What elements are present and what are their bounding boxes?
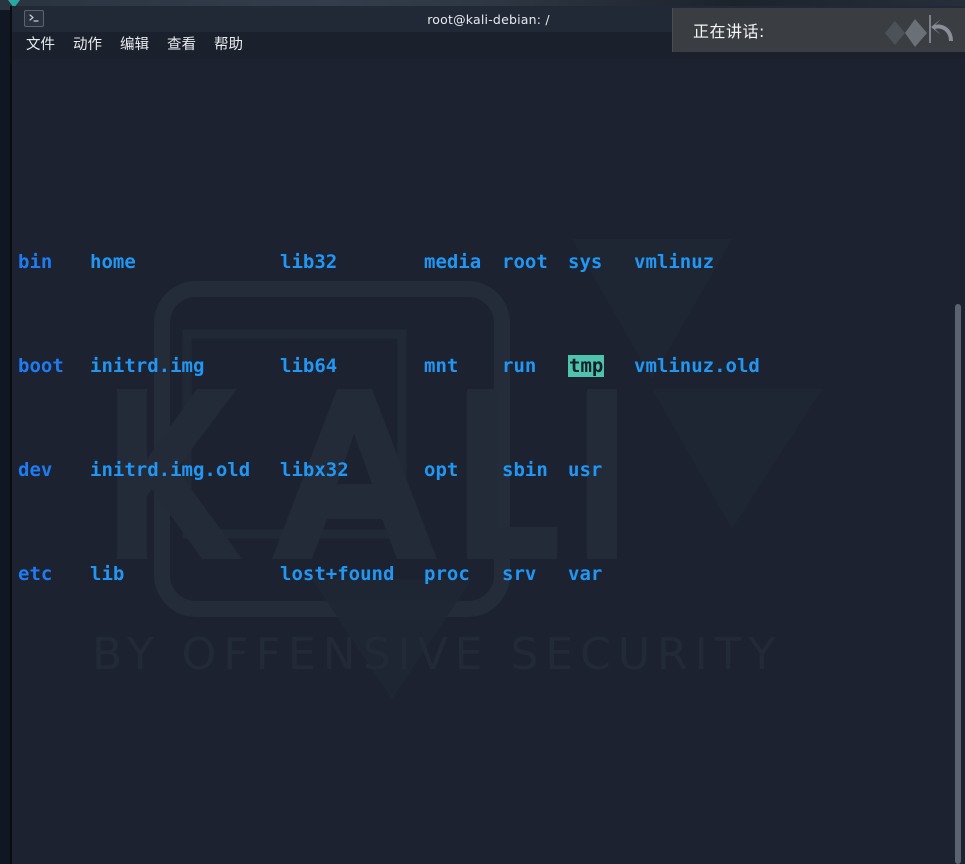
dir-entry[interactable]: home xyxy=(90,249,280,275)
listing-row: boot initrd.img lib64 mnt run tmp vmlinuz.old xyxy=(18,353,965,379)
root-directory-listing: bin home lib32 media root sys vmlinuz boot init… xyxy=(18,171,965,639)
dir-entry[interactable]: vmlinuz xyxy=(634,249,714,275)
dir-entry[interactable]: libx32 xyxy=(280,457,424,483)
dir-entry[interactable]: proc xyxy=(424,561,502,587)
menu-edit[interactable]: 编辑 xyxy=(119,36,150,55)
dir-entry[interactable]: sbin xyxy=(502,457,568,483)
sticky-dir-cell: tmp xyxy=(568,353,634,379)
dir-entry[interactable]: initrd.img xyxy=(90,353,280,379)
dir-entry-tmp[interactable]: tmp xyxy=(568,355,605,377)
window-title: root@kali-debian: / xyxy=(427,11,550,27)
dir-entry[interactable]: media xyxy=(424,249,502,275)
listing-row: dev initrd.img.old libx32 opt sbin usr xyxy=(18,457,965,483)
speech-status-label: 正在讲话: xyxy=(693,22,765,41)
dir-entry[interactable]: etc xyxy=(18,561,90,587)
dir-entry[interactable]: lost+found xyxy=(280,561,424,587)
dir-entry[interactable]: sys xyxy=(568,249,634,275)
listing-row: bin home lib32 media root sys vmlinuz xyxy=(18,249,965,275)
dir-entry[interactable]: srv xyxy=(502,561,568,587)
dir-entry[interactable]: vmlinuz.old xyxy=(634,353,760,379)
dir-entry[interactable]: dev xyxy=(18,457,90,483)
terminal-output: bin home lib32 media root sys vmlinuz boot init… xyxy=(12,67,965,864)
prompt-top: ┌──(root💀kali-debian)-[/] └─# ls etc/ini… xyxy=(18,847,965,864)
dir-entry[interactable]: opt xyxy=(424,457,502,483)
dir-entry[interactable]: root xyxy=(502,249,568,275)
dir-entry[interactable]: var xyxy=(568,561,634,587)
scrollbar-thumb[interactable] xyxy=(955,304,961,864)
dir-entry[interactable]: usr xyxy=(568,457,634,483)
terminal-body[interactable]: BY OFFENSIVE SECURITY bin home lib32 media r… xyxy=(12,59,965,864)
menu-view[interactable]: 查看 xyxy=(166,36,197,55)
terminal-window: root@kali-debian: / 文件 动作 编辑 查看 帮助 BY OF… xyxy=(10,6,965,864)
speech-overlay-icons xyxy=(883,13,955,47)
dir-entry[interactable]: lib32 xyxy=(280,249,424,275)
menu-file[interactable]: 文件 xyxy=(25,36,56,55)
dir-entry[interactable]: bin xyxy=(18,249,90,275)
dir-entry[interactable]: lib64 xyxy=(280,353,424,379)
waveform-icon[interactable] xyxy=(883,13,955,47)
dir-entry[interactable]: lib xyxy=(90,561,280,587)
dir-entry[interactable]: boot xyxy=(18,353,90,379)
speech-status-overlay: 正在讲话: xyxy=(672,8,965,52)
dir-entry[interactable]: run xyxy=(502,353,568,379)
dir-entry[interactable]: mnt xyxy=(424,353,502,379)
terminal-icon[interactable] xyxy=(24,10,44,27)
menu-actions[interactable]: 动作 xyxy=(72,36,103,55)
listing-row: etc lib lost+found proc srv var xyxy=(18,561,965,587)
screen: root@kali-debian: / 文件 动作 编辑 查看 帮助 BY OF… xyxy=(0,0,965,864)
dir-entry[interactable]: initrd.img.old xyxy=(90,457,280,483)
menu-help[interactable]: 帮助 xyxy=(213,36,244,55)
